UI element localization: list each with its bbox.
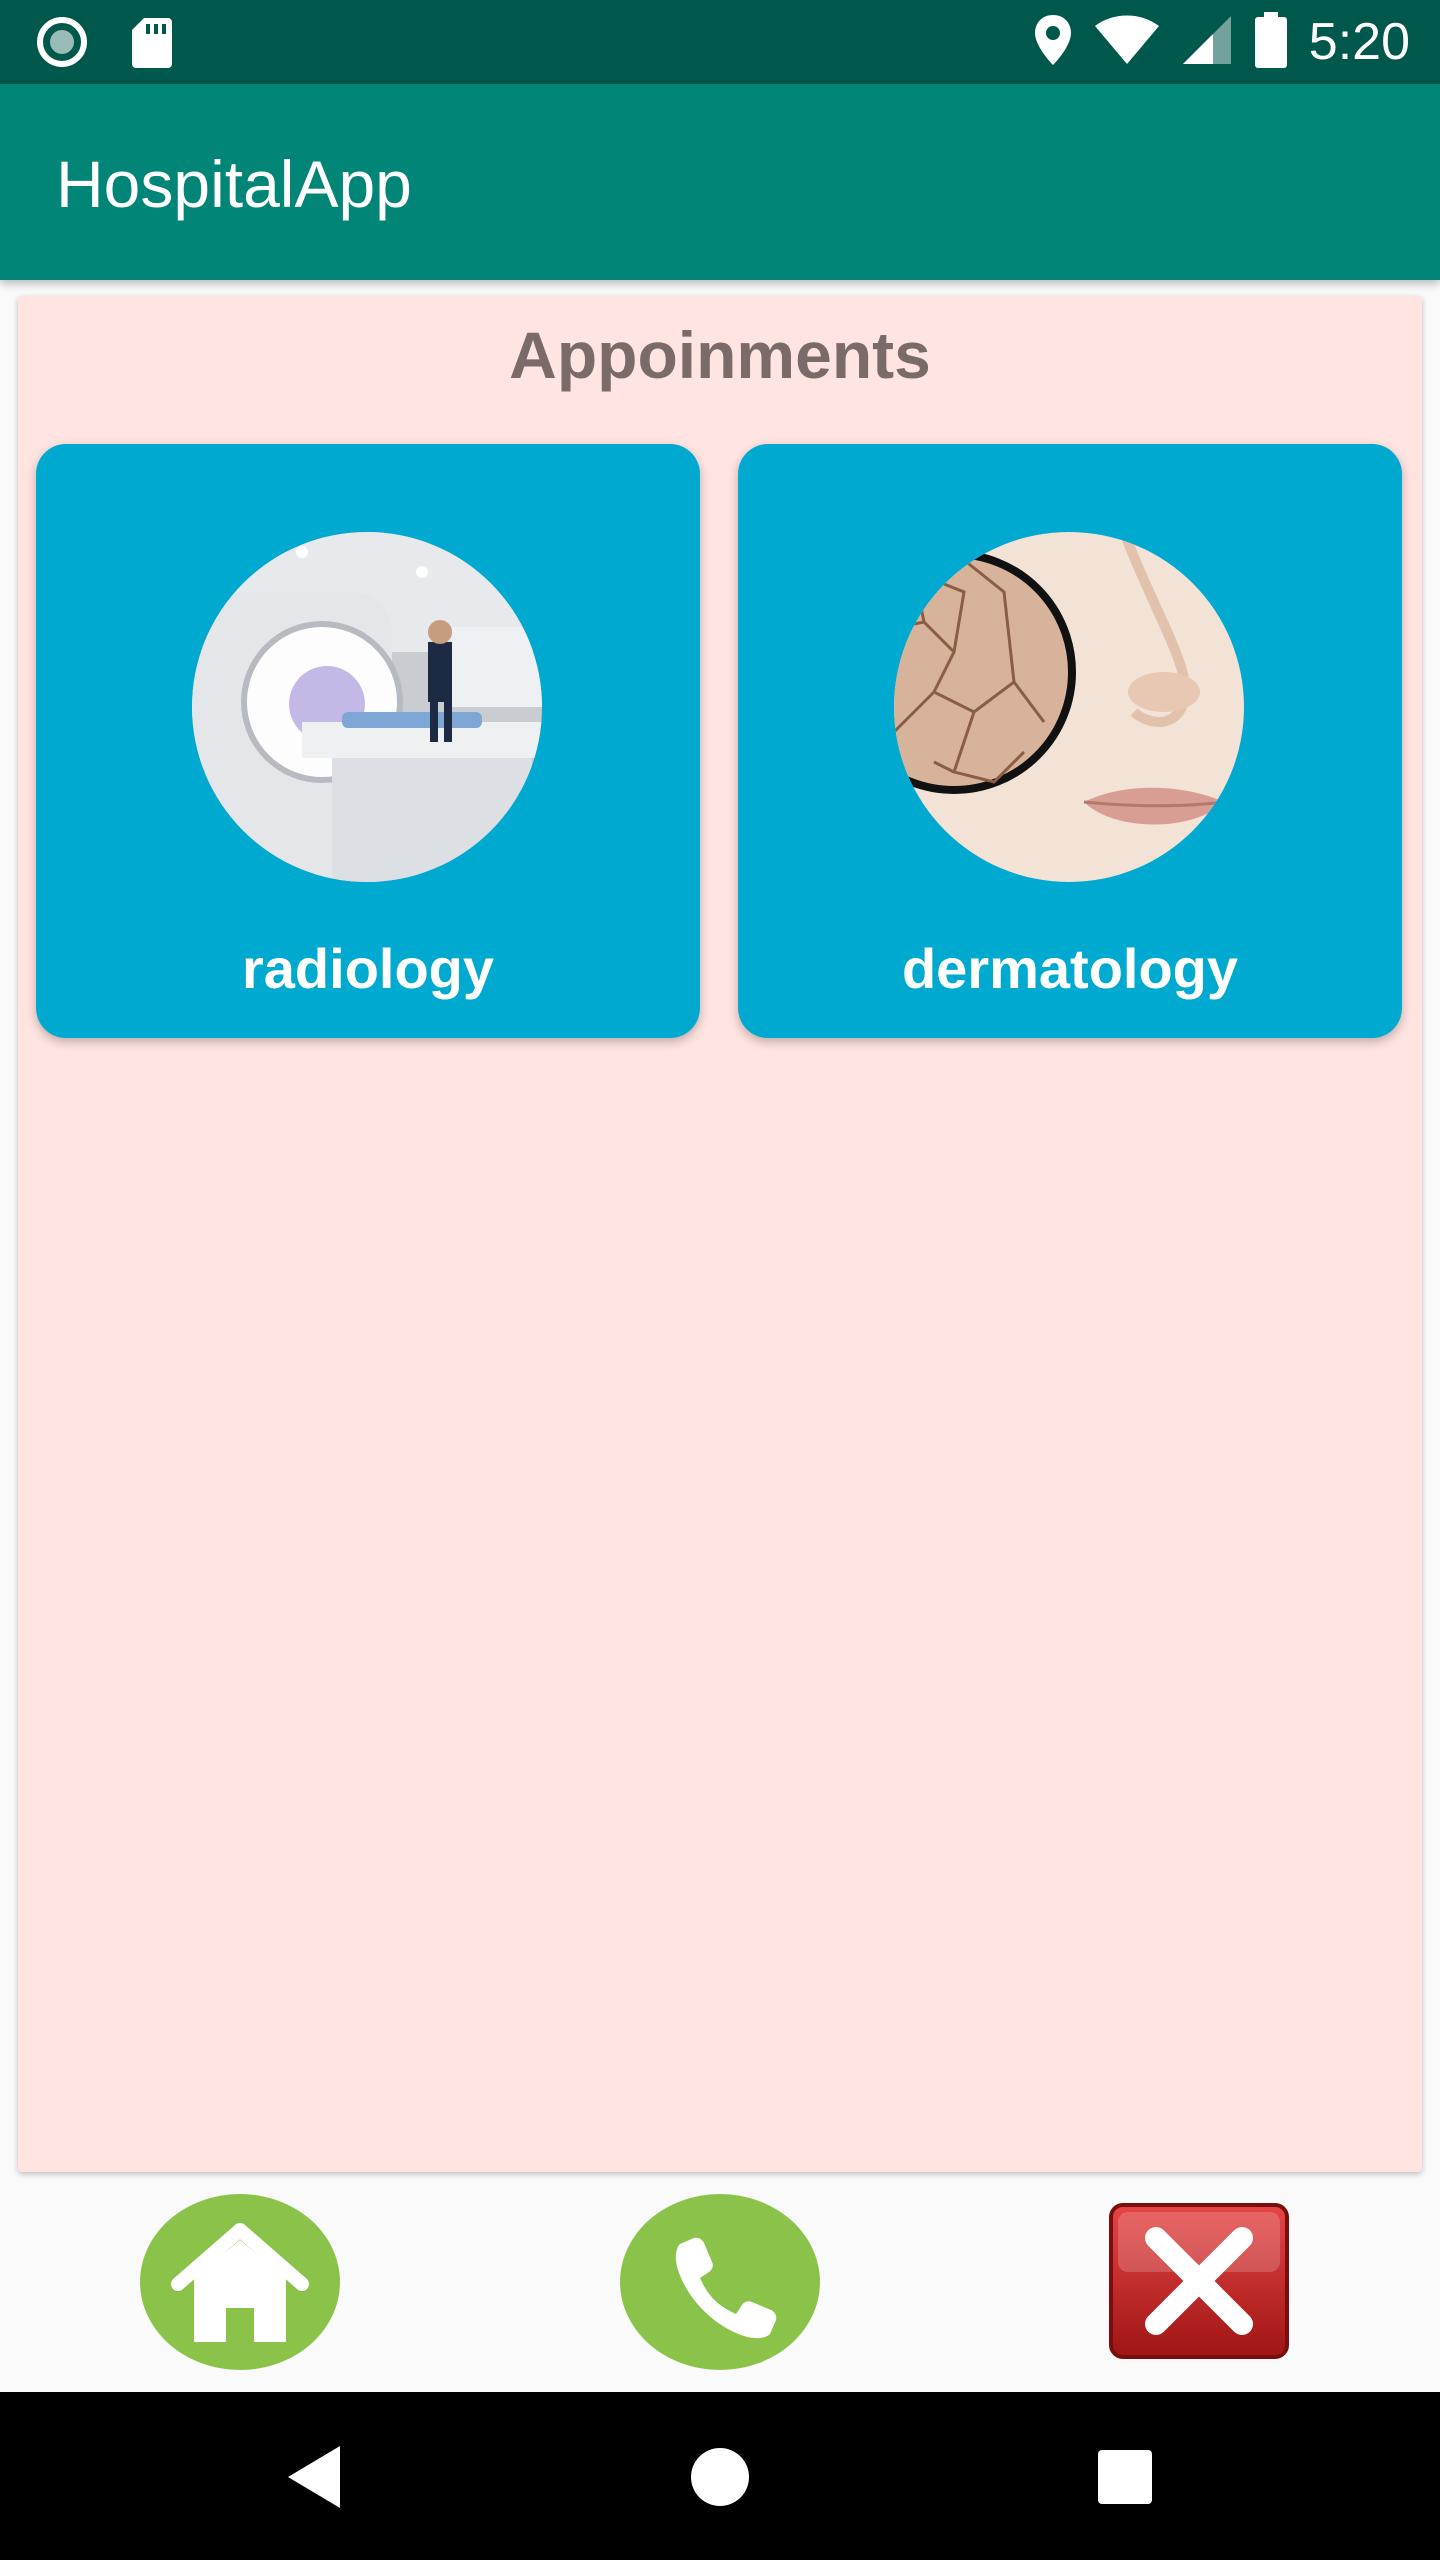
record-icon <box>36 16 88 73</box>
app-title: HospitalApp <box>56 147 412 221</box>
app-bar: HospitalApp <box>0 84 1440 280</box>
navigation-bar <box>0 2392 1440 2560</box>
home-button[interactable] <box>138 2192 342 2372</box>
location-icon <box>1033 13 1073 72</box>
call-button[interactable] <box>618 2192 822 2372</box>
radiology-label: radiology <box>241 937 495 1000</box>
back-triangle-icon <box>288 2446 340 2508</box>
wifi-icon <box>1094 14 1159 71</box>
close-icon <box>1109 2203 1289 2359</box>
battery-icon <box>1254 11 1287 73</box>
radiology-card[interactable]: radiology <box>36 444 700 1038</box>
dermatology-card[interactable]: dermatology <box>738 444 1402 1038</box>
radiology-image <box>192 532 542 882</box>
home-circle-icon <box>691 2448 749 2506</box>
status-bar: 5:20 <box>0 0 1440 84</box>
back-button[interactable] <box>270 2432 360 2522</box>
dermatology-image <box>894 532 1244 882</box>
close-button[interactable] <box>1108 2202 1290 2360</box>
dermatology-label: dermatology <box>901 937 1239 1000</box>
sd-card-icon <box>132 16 172 73</box>
appointments-panel: Appoinments radiology dermatology <box>18 296 1422 2172</box>
recents-button[interactable] <box>1080 2432 1170 2522</box>
nav-home-button[interactable] <box>675 2432 765 2522</box>
bottom-action-bar <box>0 2180 1440 2392</box>
signal-icon <box>1181 14 1233 71</box>
home-icon <box>140 2194 340 2370</box>
phone-icon <box>620 2194 820 2370</box>
status-time: 5:20 <box>1308 13 1410 71</box>
recents-square-icon <box>1098 2450 1152 2504</box>
section-title: Appoinments <box>509 318 931 392</box>
